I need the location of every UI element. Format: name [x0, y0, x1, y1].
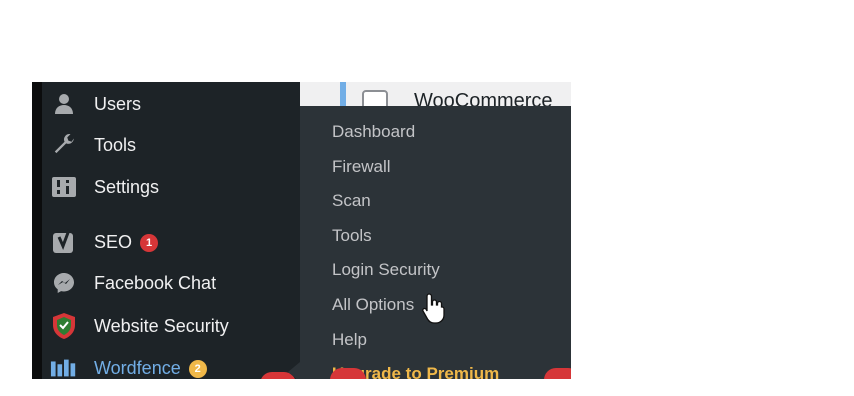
sidebar-item-label: SEO — [94, 231, 133, 252]
red-marker — [330, 368, 366, 379]
submenu-item-tools[interactable]: Tools — [332, 226, 372, 246]
sidebar-item-label: Tools — [94, 134, 137, 155]
row-checkbox[interactable] — [362, 90, 388, 106]
sidebar-item-facebook-chat[interactable]: Facebook Chat — [42, 263, 300, 303]
submenu-item-help[interactable]: Help — [332, 330, 367, 350]
wordfence-submenu: Dashboard Firewall Scan Tools Login Secu… — [300, 106, 571, 379]
submenu-item-dashboard[interactable]: Dashboard — [332, 122, 415, 142]
content-area: WooCommerce — [300, 82, 571, 106]
sidebar-item-label: Website Security — [94, 315, 229, 336]
sidebar-item-label: Wordfence — [94, 357, 181, 378]
admin-screen-crop: Users Tools Settings SEO 1 Facebook Chat… — [32, 82, 571, 379]
sidebar-item-tools[interactable]: Tools — [42, 125, 300, 165]
row-title[interactable]: WooCommerce — [414, 90, 553, 106]
sidebar-item-wordfence[interactable]: Wordfence 2 — [42, 348, 300, 379]
notification-badge: 1 — [140, 233, 159, 252]
admin-sidebar: Users Tools Settings SEO 1 Facebook Chat… — [42, 82, 300, 379]
wrench-icon — [50, 131, 78, 159]
shield-icon — [50, 312, 78, 340]
notification-badge: 2 — [188, 359, 207, 378]
sidebar-item-label: Settings — [94, 176, 160, 197]
wordfence-icon — [50, 354, 78, 379]
messenger-icon — [50, 269, 78, 297]
red-marker — [544, 368, 571, 379]
settings-icon — [50, 173, 78, 201]
submenu-item-all-options[interactable]: All Options — [332, 295, 414, 315]
sidebar-item-label: Users — [94, 93, 142, 114]
sidebar-item-settings[interactable]: Settings — [42, 167, 300, 207]
submenu-item-firewall[interactable]: Firewall — [332, 157, 391, 177]
sidebar-item-label: Facebook Chat — [94, 272, 217, 293]
screen-edge — [32, 82, 42, 379]
hand-cursor-icon — [422, 292, 446, 329]
row-highlight — [340, 82, 346, 106]
yoast-icon — [50, 228, 78, 256]
sidebar-item-seo[interactable]: SEO 1 — [42, 222, 300, 262]
submenu-item-login-security[interactable]: Login Security — [332, 260, 440, 280]
submenu-pointer — [288, 362, 300, 379]
sidebar-item-website-security[interactable]: Website Security — [42, 306, 300, 346]
submenu-item-scan[interactable]: Scan — [332, 191, 371, 211]
sidebar-item-users[interactable]: Users — [42, 84, 300, 124]
user-icon — [50, 90, 78, 118]
